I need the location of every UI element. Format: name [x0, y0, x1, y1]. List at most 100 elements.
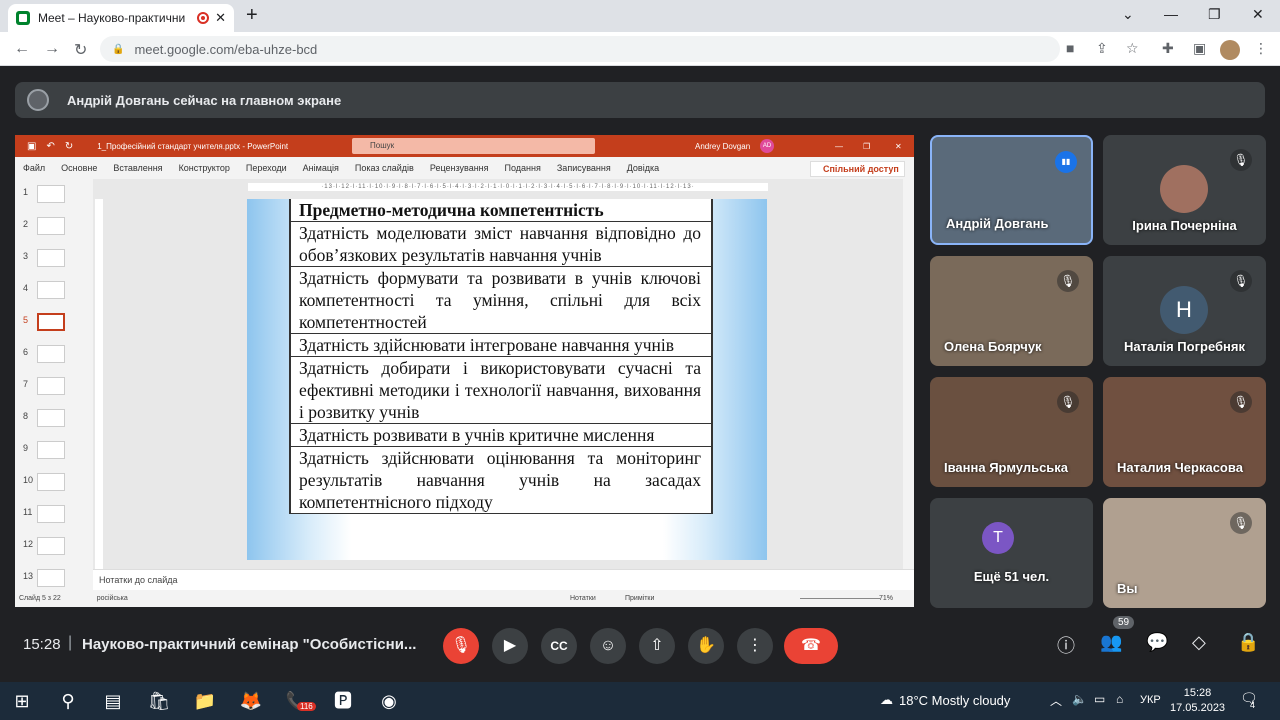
battery-icon[interactable]: ▭: [1094, 692, 1105, 706]
ppt-workspace: 1 2 3 4 5 6 7 8 9 10 11 12 13 ·13·l·12·l·11·l·10·l·9…: [15, 179, 914, 591]
chrome-menu-icon[interactable]: ⋮: [1254, 40, 1268, 57]
participant-name: Андрій Довгань: [946, 216, 1049, 231]
participant-initial-avatar: Н: [1160, 286, 1208, 334]
slide-thumbnail: 7: [15, 377, 93, 409]
activities-icon[interactable]: ◇: [1192, 632, 1206, 653]
tab-search-icon[interactable]: ⌄: [1122, 6, 1134, 23]
captions-icon[interactable]: CC: [541, 628, 577, 664]
network-icon[interactable]: ⌂: [1116, 692, 1123, 706]
taskbar-search-icon[interactable]: ⚲: [56, 689, 80, 713]
participant-tile[interactable]: Н Наталія Погребняк 🎙: [1103, 256, 1266, 366]
mic-off-icon[interactable]: 🎙: [443, 628, 479, 664]
url-field[interactable]: 🔒 meet.google.com/eba-uhze-bcd: [100, 36, 1060, 62]
ppt-close-icon: ✕: [895, 141, 902, 151]
mic-muted-icon: 🎙: [1230, 149, 1252, 171]
bookmark-star-icon[interactable]: ☆: [1126, 40, 1139, 57]
people-icon[interactable]: 👥: [1100, 632, 1122, 653]
forward-icon[interactable]: →: [44, 40, 60, 58]
mic-muted-icon: 🎙: [1057, 270, 1079, 292]
participant-initial-avatar: Т: [982, 522, 1014, 554]
tab-title: Meet – Науково-практични: [38, 11, 186, 25]
mic-muted-icon: 🎙: [1230, 270, 1252, 292]
more-options-icon[interactable]: ⋮: [737, 628, 773, 664]
competency-table: Предметно-методична компетентність Здатні…: [289, 199, 713, 514]
file-explorer-icon[interactable]: 📁: [193, 689, 217, 713]
ribbon-tab: Довідка: [626, 163, 660, 173]
reload-icon[interactable]: ↻: [74, 40, 87, 60]
participant-photo-avatar: [1160, 165, 1208, 213]
powerpoint-icon[interactable]: 🅿: [331, 689, 355, 713]
participant-tile[interactable]: Андрій Довгань ▮▮: [930, 135, 1093, 245]
viber-badge: 116: [297, 702, 316, 711]
ppt-search: Пошук: [352, 138, 595, 154]
close-tab-icon[interactable]: ✕: [215, 10, 226, 26]
leave-call-icon[interactable]: ☎: [784, 628, 838, 664]
chat-icon[interactable]: 💬: [1146, 632, 1168, 653]
weather-widget[interactable]: ☁ 18°C Mostly cloudy: [880, 692, 1010, 708]
present-icon[interactable]: ⇧: [639, 628, 675, 664]
participant-tile[interactable]: Наталия Черкасова 🎙: [1103, 377, 1266, 487]
user-name: Andrey Dovgan: [695, 141, 751, 151]
ribbon-tab: Основне: [61, 163, 98, 173]
emoji-icon[interactable]: ☺: [590, 628, 626, 664]
thumbnail-number: 9: [23, 443, 29, 453]
share-icon[interactable]: ⇪: [1096, 40, 1108, 57]
participant-name: Наталия Черкасова: [1117, 460, 1243, 475]
ppt-restore-icon: ❐: [863, 141, 871, 151]
participant-name: Ещё 51 чел.: [973, 569, 1050, 584]
notifications-icon[interactable]: 🗨: [1240, 690, 1258, 707]
profile-avatar[interactable]: [1220, 40, 1240, 60]
participant-tile[interactable]: Ірина Почерніна 🎙: [1103, 135, 1266, 245]
recording-icon: [197, 12, 210, 24]
host-controls-icon[interactable]: 🔒: [1237, 632, 1259, 653]
presenter-avatar: [27, 89, 49, 111]
restore-icon[interactable]: ❐: [1208, 6, 1221, 23]
extensions-icon[interactable]: ✚: [1162, 40, 1174, 57]
thumbnail-number: 13: [23, 571, 34, 581]
table-row: Здатність формувати та розвивати в учнів…: [291, 267, 711, 334]
participant-tile[interactable]: Іванна Ярмульська 🎙: [930, 377, 1093, 487]
participant-tile[interactable]: Олена Боярчук 🎙: [930, 256, 1093, 366]
ribbon-tab: Рецензування: [429, 163, 489, 173]
camera-icon[interactable]: ■: [1066, 40, 1074, 56]
thumbnail-number: 4: [23, 283, 29, 293]
store-icon[interactable]: 🛍: [147, 689, 171, 713]
side-panel-icon[interactable]: ▣: [1193, 40, 1206, 57]
slide-thumbnail: 8: [15, 409, 93, 441]
taskbar-clock[interactable]: 15:28 17.05.2023: [1170, 686, 1225, 716]
meeting-time: 15:28: [23, 636, 61, 653]
camera-toggle-icon[interactable]: ▶: [492, 628, 528, 664]
table-header: Предметно-методична компетентність: [291, 199, 711, 222]
table-row: Здатність здійснювати оцінювання та моні…: [291, 447, 711, 514]
thumbnail-number: 7: [23, 379, 29, 389]
raise-hand-icon[interactable]: ✋: [688, 628, 724, 664]
thumbnail-number: 1: [23, 187, 29, 197]
thumbnail-number: 11: [23, 507, 33, 517]
ribbon-tab: Показ слайдів: [354, 163, 414, 173]
back-icon[interactable]: ←: [14, 40, 30, 58]
thumbnail-number: 3: [23, 251, 29, 261]
windows-start-icon[interactable]: ⊞: [10, 689, 34, 713]
language-indicator[interactable]: УКР: [1140, 694, 1161, 706]
ribbon-tab: Файл: [23, 163, 46, 173]
browser-tab[interactable]: Meet – Науково-практични ✕: [8, 4, 234, 32]
new-tab-button[interactable]: +: [246, 4, 258, 27]
volume-icon[interactable]: 🔈: [1072, 692, 1087, 706]
close-window-icon[interactable]: ✕: [1252, 6, 1264, 23]
slide-thumbnail: 3: [15, 249, 93, 281]
tray-chevron-icon[interactable]: ︿: [1050, 692, 1062, 709]
participant-tile[interactable]: Вы 🎙: [1103, 498, 1266, 608]
thumbnail-number: 12: [23, 539, 34, 549]
mic-muted-icon: 🎙: [1230, 391, 1252, 413]
thumbnail-image: [37, 409, 65, 427]
chrome-icon[interactable]: ◉: [377, 689, 401, 713]
address-bar: ← → ↻ 🔒 meet.google.com/eba-uhze-bcd ■ ⇪…: [0, 32, 1280, 66]
info-icon[interactable]: ⓘ: [1057, 632, 1075, 658]
language: російська: [96, 595, 128, 602]
firefox-icon[interactable]: 🦊: [239, 689, 263, 713]
participant-tile[interactable]: Т Ещё 51 чел.: [930, 498, 1093, 608]
mic-muted-icon: 🎙: [1230, 512, 1252, 534]
minimize-icon[interactable]: —: [1164, 6, 1178, 22]
task-view-icon[interactable]: ▤: [101, 689, 125, 713]
meeting-title[interactable]: Науково-практичний семінар "Особистісни.…: [82, 636, 422, 653]
